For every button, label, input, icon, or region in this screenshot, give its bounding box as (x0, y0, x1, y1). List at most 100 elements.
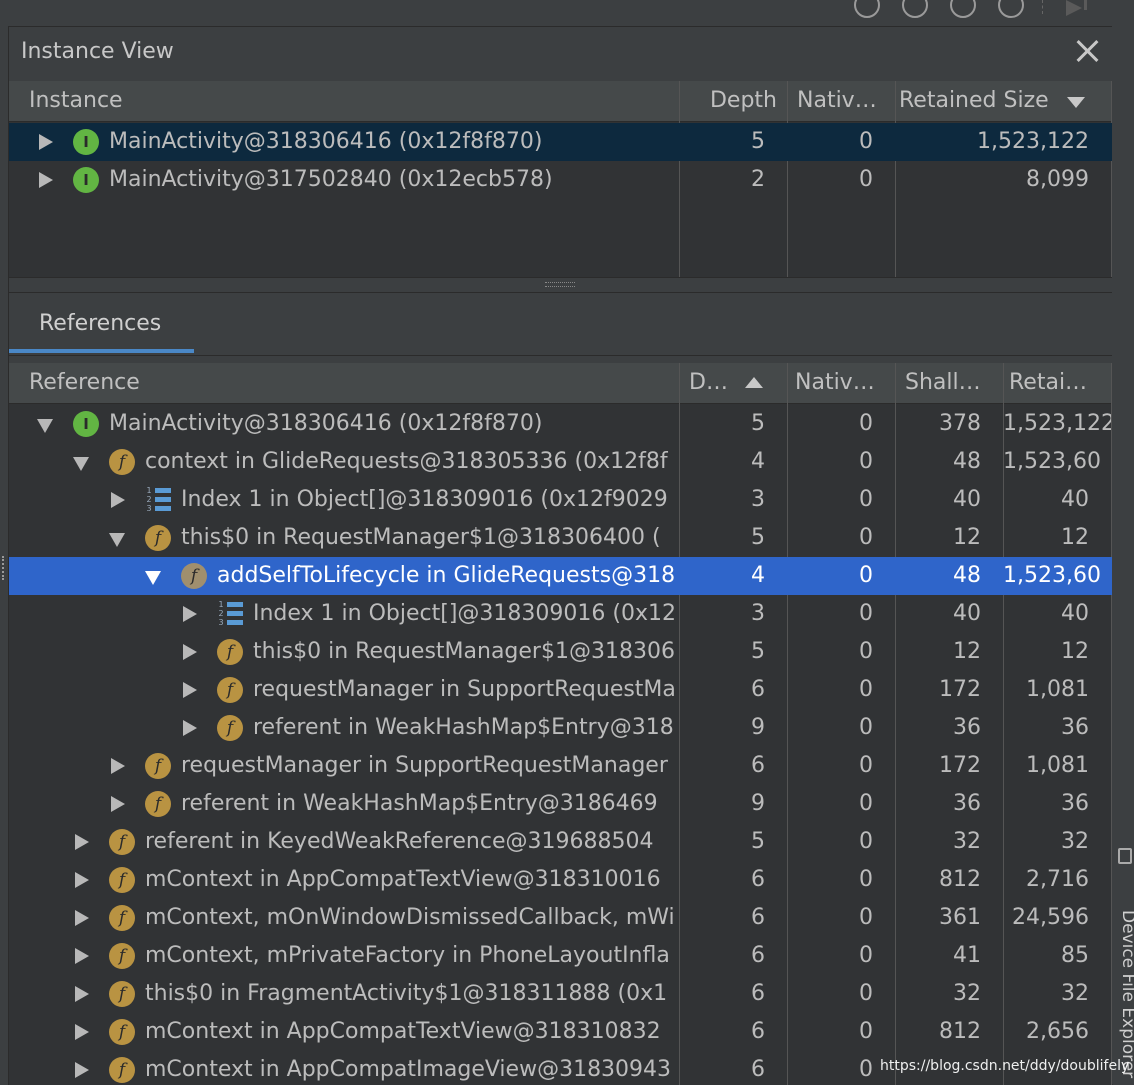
retained-value: 2,656 (1026, 1019, 1089, 1044)
expand-arrow-icon[interactable] (75, 948, 89, 964)
device-file-explorer-tab[interactable]: Device File Explorer (1118, 910, 1134, 1078)
reference-row[interactable]: f mContext in AppCompatTextView@318310832… (9, 1013, 1113, 1051)
col-shallow[interactable]: Shall… (897, 363, 997, 403)
col-native[interactable]: Nativ… (789, 81, 893, 121)
expand-arrow-icon[interactable] (75, 872, 89, 888)
expand-arrow-icon[interactable] (39, 172, 53, 188)
collapse-arrow-icon[interactable] (73, 457, 89, 471)
field-icon: f (109, 867, 135, 893)
reference-label: Index 1 in Object[]@318309016 (0x12 (253, 601, 676, 626)
splitter-grip-icon[interactable] (545, 282, 575, 287)
index-number: 1 (218, 600, 224, 609)
reference-row[interactable]: f mContext in AppCompatTextView@318310016… (9, 861, 1113, 899)
toolbar-circle-icon-3[interactable] (950, 0, 976, 18)
array-index-icon: 123 (145, 487, 171, 513)
expand-arrow-icon[interactable] (75, 834, 89, 850)
shallow-value: 41 (953, 943, 981, 968)
depth-value: 5 (751, 639, 765, 664)
reference-row[interactable]: f requestManager in SupportRequestManager… (9, 747, 1113, 785)
sort-desc-icon[interactable] (1067, 97, 1085, 108)
col-native[interactable]: Nativ… (787, 363, 893, 403)
panel-title: Instance View (21, 39, 174, 64)
reference-row[interactable]: f referent in KeyedWeakReference@31968850… (9, 823, 1113, 861)
depth-value: 6 (751, 1019, 765, 1044)
tab-references[interactable]: References (39, 311, 161, 336)
reference-row[interactable]: f requestManager in SupportRequestMa 6 0 172… (9, 671, 1113, 709)
close-icon[interactable] (1073, 37, 1101, 65)
shallow-value: 48 (953, 563, 981, 588)
col-depth[interactable]: Depth (689, 81, 795, 121)
reference-row[interactable]: f context in GlideRequests@318305336 (0x1… (9, 443, 1113, 481)
reference-row[interactable]: f mContext, mOnWindowDismissedCallback, m… (9, 899, 1113, 937)
watermark: https://blog.csdn.net/ddy/doublifely (880, 1058, 1130, 1074)
col-retained-size[interactable]: Retained Size (891, 81, 1061, 121)
expand-arrow-icon[interactable] (183, 644, 197, 660)
instance-row[interactable]: I MainActivity@317502840 (0x12ecb578) 2 … (9, 161, 1113, 199)
collapse-arrow-icon[interactable] (145, 571, 161, 585)
native-value: 0 (859, 753, 873, 778)
expand-arrow-icon[interactable] (111, 758, 125, 774)
field-icon: f (145, 791, 171, 817)
retained-value: 1,523,60 (1003, 563, 1101, 588)
collapse-arrow-icon[interactable] (37, 419, 53, 433)
expand-arrow-icon[interactable] (183, 720, 197, 736)
expand-arrow-icon[interactable] (111, 796, 125, 812)
expand-arrow-icon[interactable] (75, 1024, 89, 1040)
col-depth[interactable]: D… (681, 363, 753, 403)
instance-icon: I (73, 167, 99, 193)
index-number: 2 (218, 609, 224, 618)
reference-row[interactable]: f referent in WeakHashMap$Entry@3186469 9 0… (9, 785, 1113, 823)
tab-bar: References (9, 293, 1113, 356)
retained-value: 32 (1061, 981, 1089, 1006)
retained-value: 12 (1061, 525, 1089, 550)
device-file-explorer-icon[interactable] (1118, 848, 1132, 864)
reference-row[interactable]: f this$0 in RequestManager$1@318306 5 0 12 12 (9, 633, 1113, 671)
instance-table-header: Instance Depth Nativ… Retained Size (9, 81, 1113, 122)
native-value: 0 (859, 677, 873, 702)
expand-arrow-icon[interactable] (183, 606, 197, 622)
depth-value: 5 (751, 411, 765, 436)
depth-value: 9 (751, 791, 765, 816)
sort-asc-icon[interactable] (745, 377, 763, 388)
native-value: 0 (859, 525, 873, 550)
reference-row[interactable]: f addSelfToLifecycle in GlideRequests@318… (9, 557, 1113, 595)
reference-row[interactable]: 1 2 3 Index 1 in Object[]@318309016 (0x12 3 0… (9, 595, 1113, 633)
native-value: 0 (859, 487, 873, 512)
toolbar-play-icon[interactable] (1066, 0, 1082, 16)
depth-value: 5 (751, 829, 765, 854)
expand-arrow-icon[interactable] (75, 910, 89, 926)
expand-arrow-icon[interactable] (75, 986, 89, 1002)
reference-label: referent in WeakHashMap$Entry@3186469 (181, 791, 658, 816)
col-reference[interactable]: Reference (21, 363, 681, 403)
expand-arrow-icon[interactable] (75, 1062, 89, 1078)
index-bar (155, 488, 171, 493)
reference-row[interactable]: f this$0 in FragmentActivity$1@318311888 … (9, 975, 1113, 1013)
instance-icon: I (73, 411, 99, 437)
native-value: 0 (859, 715, 873, 740)
reference-label: referent in WeakHashMap$Entry@318 (253, 715, 674, 740)
reference-row[interactable]: f this$0 in RequestManager$1@318306400 (5… (9, 519, 1113, 557)
expand-arrow-icon[interactable] (39, 134, 53, 150)
reference-row[interactable]: f mContext, mPrivateFactory in PhoneLayou… (9, 937, 1113, 975)
reference-row[interactable]: I MainActivity@318306416 (0x12f8f870) 5 0 37… (9, 405, 1113, 443)
toolbar-circle-icon-2[interactable] (902, 0, 928, 18)
field-icon: f (145, 753, 171, 779)
expand-arrow-icon[interactable] (183, 682, 197, 698)
toolbar-circle-icon-1[interactable] (854, 0, 880, 18)
shallow-value: 40 (953, 487, 981, 512)
col-retained[interactable]: Retai… (1003, 363, 1111, 403)
collapse-arrow-icon[interactable] (109, 533, 125, 547)
index-number: 3 (146, 504, 152, 513)
col-instance[interactable]: Instance (21, 81, 681, 121)
instance-row[interactable]: I MainActivity@318306416 (0x12f8f870) 5 … (9, 123, 1113, 161)
reference-label: this$0 in FragmentActivity$1@318311888 (… (145, 981, 668, 1006)
index-bar (155, 506, 171, 511)
depth-value: 6 (751, 943, 765, 968)
panel-splitter[interactable] (9, 277, 1113, 293)
reference-row[interactable]: 1 2 3 Index 1 in Object[]@318309016 (0x12f9… (9, 481, 1113, 519)
reference-row[interactable]: f referent in WeakHashMap$Entry@318 9 0 36 36 (9, 709, 1113, 747)
expand-arrow-icon[interactable] (111, 492, 125, 508)
native-value: 0 (859, 1057, 873, 1082)
toolbar-circle-icon-4[interactable] (998, 0, 1024, 18)
index-number: 2 (146, 495, 152, 504)
